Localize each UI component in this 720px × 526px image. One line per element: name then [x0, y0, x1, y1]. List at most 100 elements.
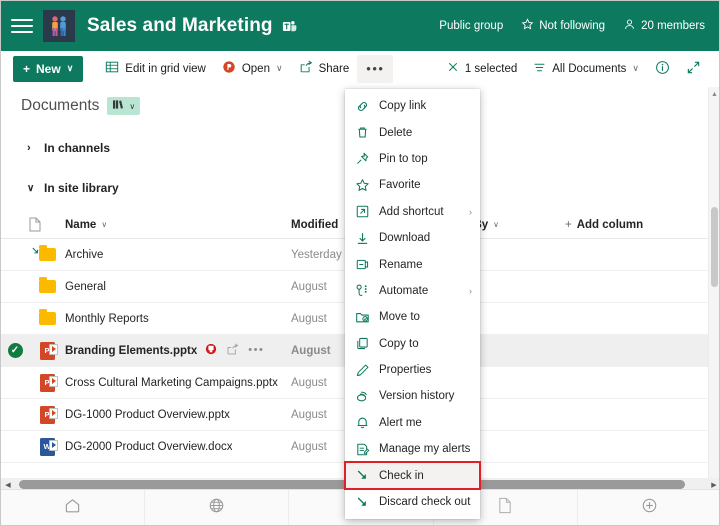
row-name-label: Branding Elements.pptx [65, 345, 197, 357]
menu-item-label: Add shortcut [379, 206, 460, 218]
menu-item-properties[interactable]: Properties [345, 357, 480, 383]
checked-out-icon[interactable] [205, 343, 217, 358]
pin-icon [354, 151, 370, 167]
vertical-scrollbar[interactable]: ▲ ▼ [708, 87, 719, 491]
folder-icon [29, 280, 65, 293]
menu-item-add-shortcut[interactable]: Add shortcut › [345, 199, 480, 225]
menu-item-alert-me[interactable]: Alert me [345, 410, 480, 436]
page-icon [497, 497, 513, 519]
share-button[interactable]: Share [291, 55, 358, 83]
menu-item-version-history[interactable]: Version history [345, 383, 480, 409]
add-column-button[interactable]: + Add column [565, 219, 643, 231]
automate-icon [354, 283, 370, 299]
row-name-label: DG-2000 Product Overview.docx [65, 441, 232, 453]
folder-icon [29, 312, 65, 325]
view-selector-button[interactable]: All Documents ∨ [525, 55, 647, 83]
hamburger-icon[interactable] [11, 15, 33, 37]
more-commands-button[interactable]: ••• [357, 55, 393, 83]
group-label-in-channels: In channels [44, 141, 110, 155]
edit-in-grid-view-button[interactable]: Edit in grid view [97, 55, 214, 83]
file-context-menu: Copy link Delete Pin to top Favorite Add [345, 89, 480, 519]
person-icon [623, 18, 636, 34]
row-name-cell[interactable]: Cross Cultural Marketing Campaigns.pptx [65, 377, 291, 389]
edit-in-grid-view-label: Edit in grid view [125, 63, 206, 75]
menu-item-automate[interactable]: Automate › [345, 278, 480, 304]
menu-item-label: Move to [379, 311, 472, 323]
menu-item-download[interactable]: Download [345, 225, 480, 251]
nav-globe-button[interactable] [145, 490, 289, 525]
scroll-up-arrow[interactable]: ▲ [709, 88, 719, 100]
follow-button[interactable]: Not following [521, 18, 605, 34]
share-icon [299, 60, 313, 77]
expand-button[interactable] [678, 55, 709, 83]
row-name-cell[interactable]: Branding Elements.pptx ••• [65, 343, 291, 359]
nav-add-button[interactable] [578, 490, 720, 525]
menu-item-pin-to-top[interactable]: Pin to top [345, 146, 480, 172]
menu-item-check-in[interactable]: Check in [345, 462, 480, 488]
column-header-modified-label: Modified [291, 219, 338, 231]
menu-item-rename[interactable]: Rename [345, 251, 480, 277]
row-name-label: Cross Cultural Marketing Campaigns.pptx [65, 377, 278, 389]
powerpoint-file-icon: P [29, 374, 65, 392]
menu-item-label: Copy link [379, 100, 472, 112]
menu-item-move-to[interactable]: Move to [345, 304, 480, 330]
menu-item-discard-check-out[interactable]: Discard check out [345, 489, 480, 515]
vertical-scrollbar-thumb[interactable] [711, 207, 718, 287]
menu-item-manage-my-alerts[interactable]: Manage my alerts [345, 436, 480, 462]
menu-item-delete[interactable]: Delete [345, 119, 480, 145]
members-button[interactable]: 20 members [623, 18, 705, 34]
menu-item-favorite[interactable]: Favorite [345, 172, 480, 198]
share-icon[interactable] [226, 343, 239, 359]
download-icon [354, 230, 370, 246]
row-name-cell[interactable]: General [65, 281, 291, 293]
scroll-right-arrow[interactable]: ▶ [707, 481, 719, 489]
more-dots-icon[interactable]: ••• [248, 345, 264, 356]
chevron-down-icon: ∨ [493, 220, 499, 229]
manage-alerts-icon [354, 441, 370, 457]
menu-item-copy-link[interactable]: Copy link [345, 93, 480, 119]
site-header: Sales and Marketing Public group Not fol… [1, 1, 719, 51]
nav-home-button[interactable] [1, 490, 145, 525]
row-name-cell[interactable]: DG-1000 Product Overview.pptx [65, 409, 291, 421]
chevron-right-icon: › [469, 286, 472, 296]
view-label: All Documents [552, 63, 626, 75]
row-name-cell[interactable]: Monthly Reports [65, 313, 291, 325]
column-header-file-type[interactable] [29, 217, 65, 232]
row-name-cell[interactable]: DG-2000 Product Overview.docx [65, 441, 291, 453]
discard-checkout-icon [354, 494, 370, 510]
page-title: Sales and Marketing [87, 15, 273, 37]
column-header-name-label: Name [65, 219, 96, 231]
row-name-cell[interactable]: Archive [65, 249, 291, 261]
privacy-text: Public group [439, 20, 503, 32]
close-icon [447, 61, 459, 76]
menu-item-label: Check in [379, 470, 472, 482]
privacy-label: Public group [439, 20, 503, 32]
rename-icon [354, 257, 370, 273]
row-name-label: General [65, 281, 106, 293]
library-switch-button[interactable]: ∨ [107, 97, 140, 115]
history-icon [354, 388, 370, 404]
site-logo-people-icon [43, 10, 75, 42]
menu-item-label: Alert me [379, 417, 472, 429]
open-button[interactable]: Open ∨ [214, 55, 291, 83]
group-label-in-site-library: In site library [44, 181, 119, 195]
menu-item-copy-to[interactable]: Copy to [345, 331, 480, 357]
powerpoint-file-icon: P [29, 406, 65, 424]
info-button[interactable] [647, 55, 678, 83]
scroll-left-arrow[interactable]: ◀ [1, 481, 15, 489]
plus-icon: + [23, 62, 30, 76]
chevron-right-icon: › [469, 207, 472, 217]
new-button[interactable]: + New ∨ [13, 56, 83, 82]
add-icon [641, 497, 658, 519]
follow-label: Not following [539, 20, 605, 32]
sharepoint-site-window: Sales and Marketing Public group Not fol… [0, 0, 720, 526]
menu-item-label: Favorite [379, 179, 472, 191]
clear-selection-button[interactable]: 1 selected [439, 55, 525, 83]
column-header-name[interactable]: Name ∨ [65, 219, 291, 231]
row-actions: ••• [205, 343, 264, 359]
grid-icon [105, 60, 119, 77]
word-file-icon: W [29, 438, 65, 456]
members-label: 20 members [641, 20, 705, 32]
menu-item-label: Rename [379, 259, 472, 271]
row-checkbox-checked[interactable]: ✓ [1, 343, 29, 358]
